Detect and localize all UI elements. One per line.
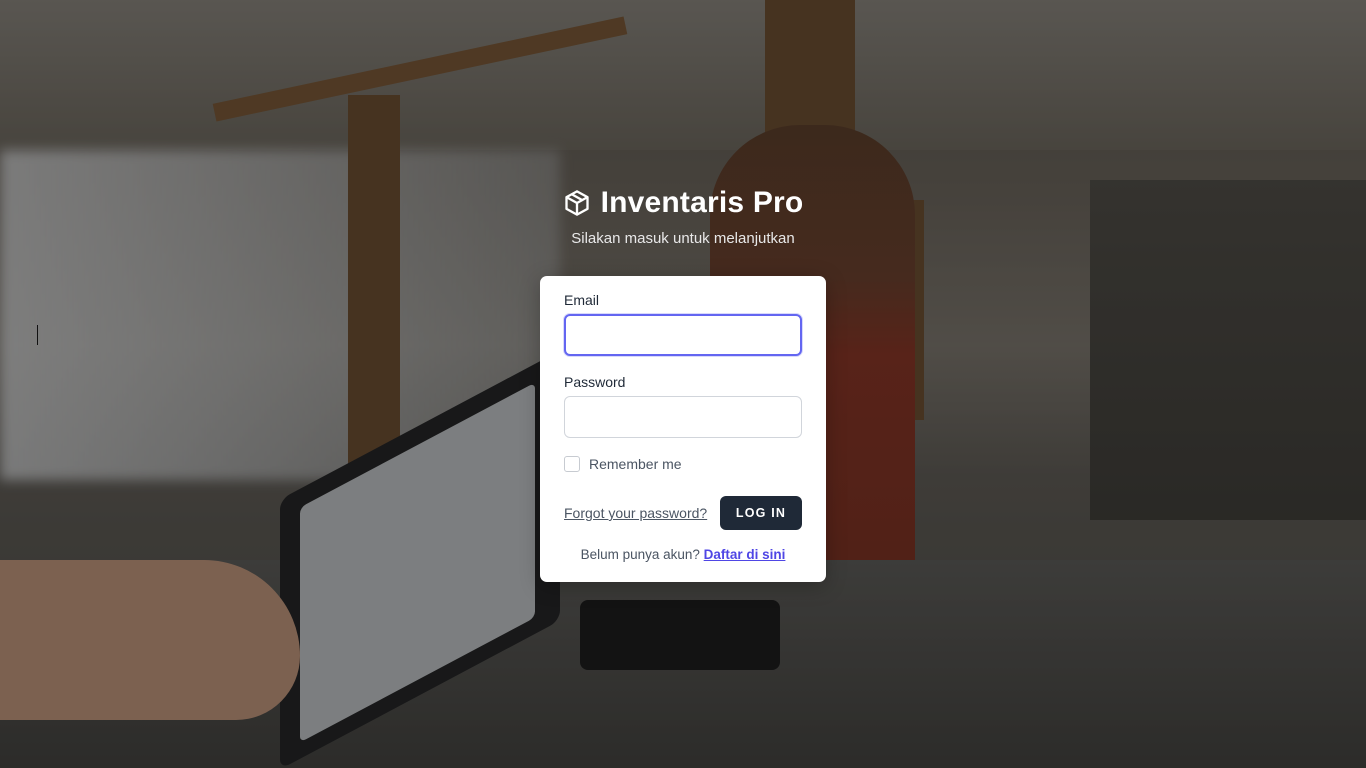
brand-header: Inventaris Pro <box>0 186 1366 220</box>
app-title: Inventaris Pro <box>600 186 804 219</box>
cube-icon <box>564 190 589 216</box>
password-group: Password <box>564 374 802 438</box>
password-field[interactable] <box>564 396 802 438</box>
email-field[interactable] <box>564 314 802 356</box>
signup-prompt: Belum punya akun? Daftar di sini <box>540 547 826 562</box>
signup-link[interactable]: Daftar di sini <box>704 547 786 562</box>
forgot-password-link[interactable]: Forgot your password? <box>564 505 707 521</box>
email-label: Email <box>564 292 600 308</box>
signup-prompt-text: Belum punya akun? <box>580 547 704 562</box>
login-subtitle: Silakan masuk untuk melanjutkan <box>571 230 795 247</box>
email-group: Email <box>564 292 802 356</box>
login-button[interactable]: LOG IN <box>720 496 802 530</box>
remember-me[interactable]: Remember me <box>564 456 682 472</box>
remember-checkbox[interactable] <box>564 456 580 472</box>
form-actions: Forgot your password? LOG IN <box>564 496 802 530</box>
remember-label: Remember me <box>589 456 682 472</box>
password-label: Password <box>564 374 626 390</box>
text-caret <box>37 325 38 345</box>
login-card: Email Password Remember me Forgot your p… <box>540 276 826 582</box>
